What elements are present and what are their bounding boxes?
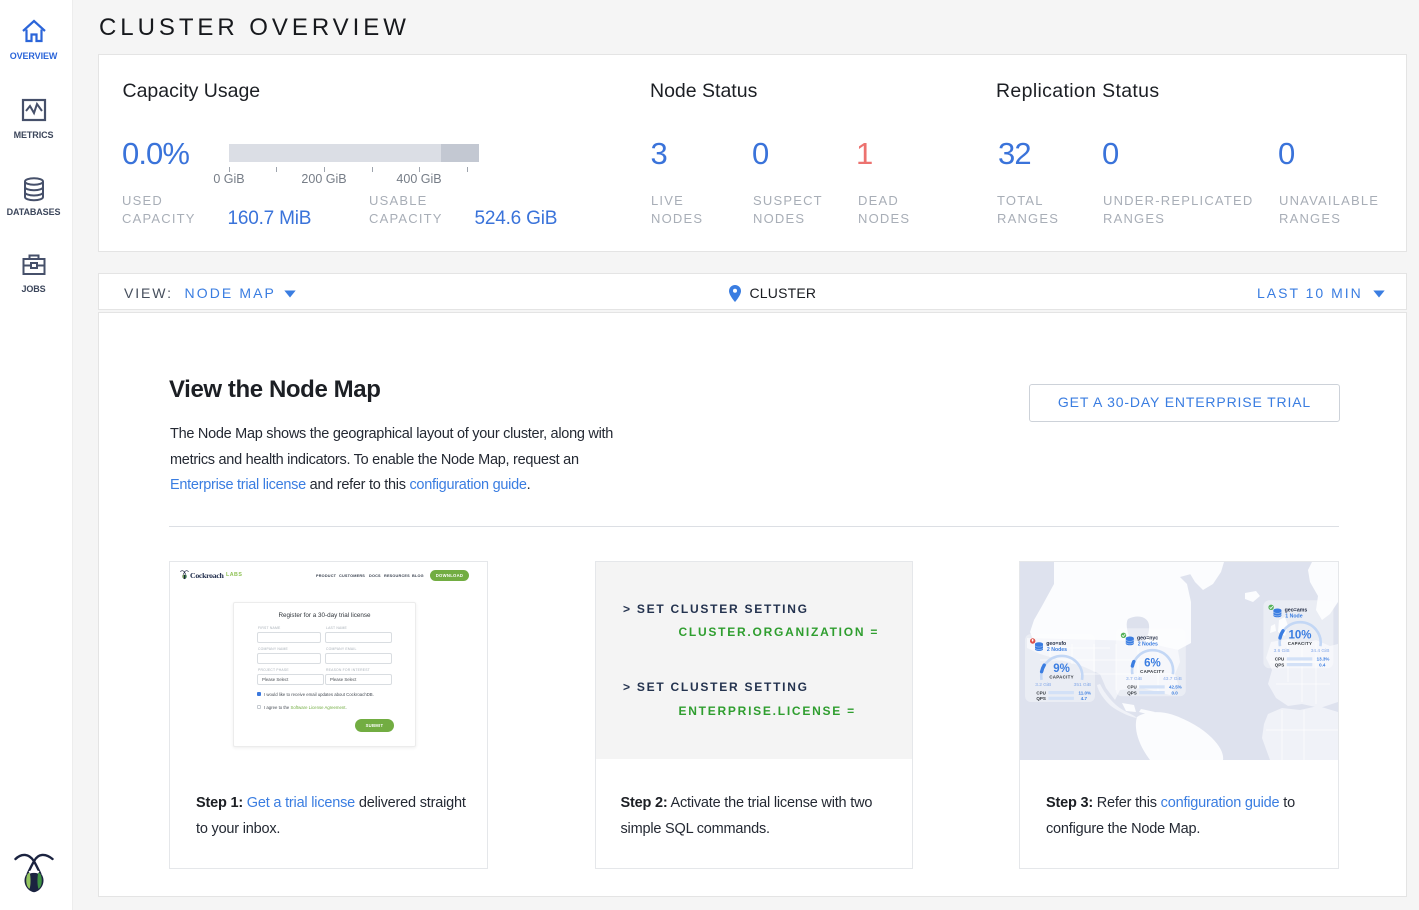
svg-text:9%: 9%	[1053, 663, 1070, 675]
svg-text:10%: 10%	[1288, 629, 1311, 641]
svg-text:1 Node: 1 Node	[1285, 614, 1302, 620]
svg-text:QPS: QPS	[1036, 696, 1046, 701]
svg-text:CAPACITY: CAPACITY	[1049, 675, 1074, 680]
svg-text:geo=nyc: geo=nyc	[1137, 635, 1158, 641]
svg-text:351 GiB: 351 GiB	[1074, 682, 1091, 688]
svg-text:CAPACITY: CAPACITY	[1140, 669, 1165, 674]
svg-text:42.5%: 42.5%	[1169, 685, 1182, 690]
svg-text:geo=ams: geo=ams	[1285, 607, 1308, 613]
svg-text:34.4 GiB: 34.4 GiB	[1311, 648, 1330, 654]
svg-text:2 Nodes: 2 Nodes	[1138, 642, 1158, 648]
svg-text:11.0%: 11.0%	[1078, 690, 1091, 695]
svg-text:2 Nodes: 2 Nodes	[1047, 647, 1067, 653]
svg-text:3.7 GiB: 3.7 GiB	[1126, 676, 1142, 682]
svg-text:CPU: CPU	[1275, 657, 1285, 662]
svg-text:QPS: QPS	[1275, 662, 1285, 667]
svg-text:CPU: CPU	[1036, 690, 1046, 695]
svg-text:QPS: QPS	[1127, 690, 1137, 695]
svg-text:6%: 6%	[1144, 657, 1161, 669]
svg-text:3.2 GiB: 3.2 GiB	[1035, 682, 1051, 688]
svg-text:0.0: 0.0	[1172, 690, 1179, 695]
svg-text:13.3%: 13.3%	[1317, 657, 1330, 662]
svg-text:3.6 GiB: 3.6 GiB	[1274, 648, 1290, 654]
svg-text:0.4: 0.4	[1319, 662, 1326, 667]
svg-text:geo=sfo: geo=sfo	[1046, 641, 1066, 647]
svg-text:4.7: 4.7	[1081, 696, 1088, 701]
svg-text:CAPACITY: CAPACITY	[1288, 641, 1313, 646]
svg-text:CPU: CPU	[1127, 685, 1137, 690]
svg-text:43.7 GiB: 43.7 GiB	[1163, 676, 1182, 682]
